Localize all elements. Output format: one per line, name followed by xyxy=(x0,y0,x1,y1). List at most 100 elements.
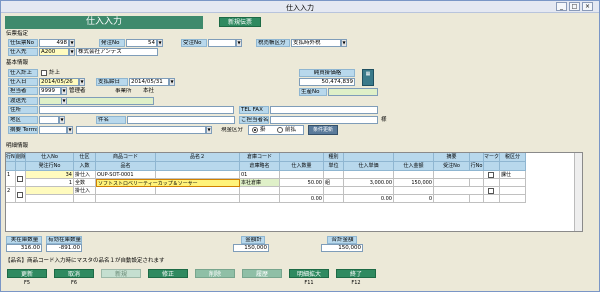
area-dropdown[interactable]: ▼ xyxy=(59,116,65,124)
cash-radio-after[interactable] xyxy=(252,127,258,133)
supplier-code-input[interactable]: A200 xyxy=(39,48,69,56)
grid-scrollbar[interactable] xyxy=(574,153,582,231)
row-delete-checkbox[interactable] xyxy=(16,171,26,187)
purchase-post-checkbox[interactable] xyxy=(41,70,47,76)
amount-cell[interactable]: 150,000 xyxy=(394,179,434,187)
function-button-4[interactable]: 削除 xyxy=(195,269,235,278)
order-line-cell[interactable] xyxy=(26,195,74,203)
staff-dropdown[interactable]: ▼ xyxy=(61,87,67,95)
row-number[interactable]: 2 xyxy=(6,187,16,203)
staff-code-input[interactable]: 9999 xyxy=(39,87,61,95)
note-cell[interactable] xyxy=(434,171,484,179)
unit-cell[interactable] xyxy=(324,195,344,203)
product-name2-cell[interactable] xyxy=(156,171,240,179)
delete-checkbox[interactable] xyxy=(17,192,23,198)
production-no-input[interactable] xyxy=(328,88,378,96)
supplier-dropdown[interactable]: ▼ xyxy=(69,48,75,56)
spacer-cell[interactable] xyxy=(280,171,324,179)
spacer-cell[interactable] xyxy=(500,179,526,187)
function-button-5[interactable]: 履歴 xyxy=(242,269,282,278)
warehouse-code-cell[interactable] xyxy=(240,187,280,195)
function-button-1[interactable]: 取消 xyxy=(54,269,94,278)
product-name-cell[interactable] xyxy=(96,195,240,203)
note-cell[interactable] xyxy=(434,187,484,195)
product-code-cell[interactable] xyxy=(96,187,156,195)
type-cell[interactable] xyxy=(324,171,344,179)
delete-checkbox[interactable] xyxy=(17,176,23,182)
maximize-button[interactable]: □ xyxy=(569,2,580,11)
memo-input[interactable] xyxy=(39,126,67,134)
pay-date-picker[interactable]: ▼ xyxy=(169,78,175,86)
cash-radio-before[interactable] xyxy=(277,127,283,133)
minimize-button[interactable]: _ xyxy=(556,2,567,11)
function-button-6[interactable]: 明細拡大 xyxy=(289,269,329,278)
spacer-cell[interactable] xyxy=(484,179,500,187)
function-button-2[interactable]: 新規 xyxy=(101,269,141,278)
purchase-no-cell[interactable]: 34 xyxy=(26,171,74,179)
type-cell[interactable] xyxy=(324,187,344,195)
address-input[interactable] xyxy=(39,106,234,114)
tax-type-cell[interactable]: 課仕 xyxy=(500,171,526,179)
calculator-icon[interactable]: ▦ xyxy=(362,69,374,86)
memo-text-input[interactable] xyxy=(76,126,206,134)
pay-date-input[interactable]: 2014/05/31 xyxy=(129,78,169,86)
close-button[interactable]: × xyxy=(582,2,593,11)
spacer-cell[interactable] xyxy=(344,187,394,195)
tax-type-cell[interactable] xyxy=(500,187,526,195)
slip-no-dropdown[interactable]: ▼ xyxy=(69,39,75,47)
function-button-7[interactable]: 終了 xyxy=(336,269,376,278)
spacer-cell[interactable] xyxy=(484,195,500,203)
date-input[interactable]: 2014/05/26 xyxy=(39,78,79,86)
function-button-0[interactable]: 更新 xyxy=(7,269,47,278)
row-delete-checkbox[interactable] xyxy=(16,187,26,203)
qty-in-cell[interactable] xyxy=(74,195,96,203)
supplier-name-input[interactable]: 株式会社アンデス xyxy=(76,48,158,56)
subject-input[interactable] xyxy=(127,116,235,124)
receive-line-cell[interactable] xyxy=(470,195,484,203)
qty-in-cell[interactable]: 全数 xyxy=(74,179,96,187)
tax-type-select[interactable]: 支払時外税 xyxy=(291,39,341,47)
condition-update-button[interactable]: 条件更新 xyxy=(308,125,338,135)
memo-dropdown[interactable]: ▼ xyxy=(67,126,73,134)
purchase-kind-cell[interactable]: 掛仕入 xyxy=(74,187,96,195)
purchase-no-cell[interactable] xyxy=(26,187,74,195)
new-slip-button[interactable]: 新規伝票 xyxy=(219,17,261,27)
memo-text-dropdown[interactable]: ▼ xyxy=(206,126,212,134)
receive-no-input[interactable] xyxy=(208,39,236,47)
warehouse-name-cell[interactable]: 本社倉庫 xyxy=(240,179,280,187)
purchase-kind-cell[interactable]: 掛仕入 xyxy=(74,171,96,179)
tax-type-dropdown[interactable]: ▼ xyxy=(341,39,347,47)
mark-checkbox[interactable] xyxy=(488,172,494,178)
slip-no-input[interactable]: 498 xyxy=(39,39,69,47)
person-input[interactable] xyxy=(270,116,378,124)
unit-price-cell[interactable]: 3,000.00 xyxy=(344,179,394,187)
spacer-cell[interactable] xyxy=(500,195,526,203)
spacer-cell[interactable] xyxy=(280,187,324,195)
order-no-input[interactable]: 54 xyxy=(126,39,157,47)
product-name2-cell[interactable] xyxy=(156,187,240,195)
qty-cell[interactable]: 50.00 xyxy=(280,179,324,187)
mark-checkbox[interactable] xyxy=(488,188,494,194)
qty-cell[interactable]: 0.00 xyxy=(280,195,324,203)
warehouse-name-cell[interactable] xyxy=(240,195,280,203)
dest-input[interactable] xyxy=(39,97,154,105)
mark-cell[interactable] xyxy=(484,187,500,195)
order-no-dropdown[interactable]: ▼ xyxy=(157,39,163,47)
spacer-cell[interactable] xyxy=(344,171,394,179)
spacer-cell[interactable] xyxy=(394,187,434,195)
unit-cell[interactable]: 組 xyxy=(324,179,344,187)
area-input[interactable] xyxy=(39,116,59,124)
receive-no-dropdown[interactable]: ▼ xyxy=(236,39,242,47)
function-button-3[interactable]: 修正 xyxy=(148,269,188,278)
receive-no-cell[interactable] xyxy=(434,179,470,187)
amount-cell[interactable]: 0 xyxy=(394,195,434,203)
receive-no-cell[interactable] xyxy=(434,195,470,203)
mark-cell[interactable] xyxy=(484,171,500,179)
product-name-cell[interactable]: ソフトストロベリーティーカップ＆ソーサー xyxy=(96,179,240,187)
spacer-cell[interactable] xyxy=(394,171,434,179)
tel-input[interactable] xyxy=(270,106,378,114)
unit-price-cell[interactable]: 0.00 xyxy=(344,195,394,203)
receive-line-cell[interactable] xyxy=(470,179,484,187)
row-number[interactable]: 1 xyxy=(6,171,16,187)
dest-dropdown[interactable]: ▼ xyxy=(61,97,67,105)
